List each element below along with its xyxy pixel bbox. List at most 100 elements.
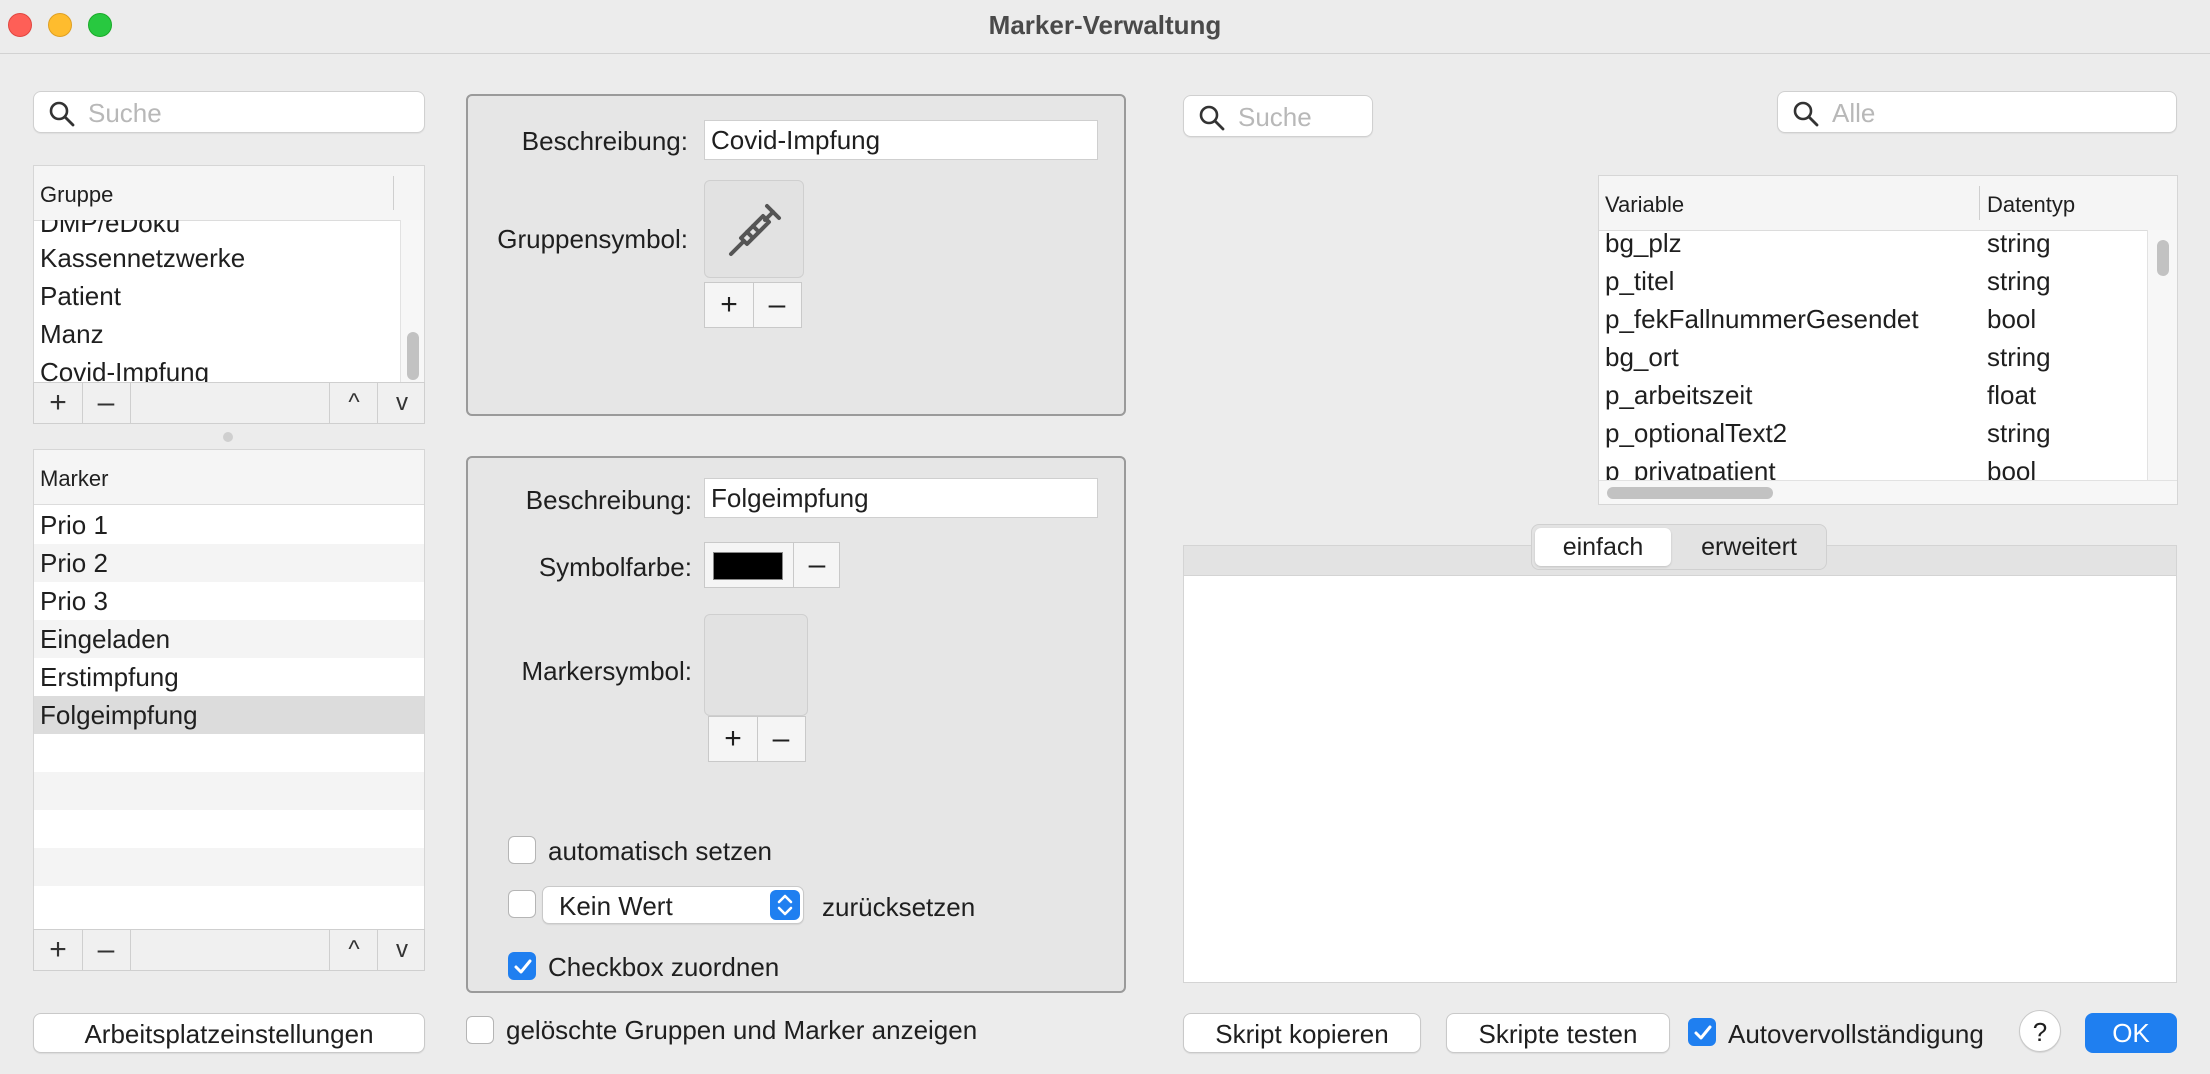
reset-checkbox[interactable] <box>508 890 536 918</box>
help-button[interactable]: ? <box>2019 1010 2061 1052</box>
move-group-down-button[interactable]: v <box>377 383 426 423</box>
add-group-button[interactable]: + <box>34 383 83 423</box>
empty-row <box>34 772 424 810</box>
list-item[interactable]: Patient <box>34 277 400 315</box>
variable-table-header: Variable Datentyp <box>1599 176 2177 231</box>
auto-set-checkbox[interactable] <box>508 836 536 864</box>
window-title: Marker-Verwaltung <box>988 10 1222 40</box>
empty-row <box>34 848 424 886</box>
group-table[interactable]: Gruppe DMP/eDoku Kassennetzwerke Patient… <box>33 165 425 383</box>
move-marker-down-button[interactable]: v <box>377 930 426 970</box>
marker-description-field[interactable]: Folgeimpfung <box>704 478 1098 518</box>
remove-group-symbol-button[interactable]: – <box>753 283 801 327</box>
syringe-icon <box>729 204 781 256</box>
marker-detail-panel: Beschreibung: Folgeimpfung Symbolfarbe: … <box>466 456 1126 993</box>
filter-all-input[interactable]: Alle <box>1777 91 2177 133</box>
list-item[interactable]: Covid-Impfung <box>34 353 400 382</box>
copy-script-button[interactable]: Skript kopieren <box>1183 1013 1421 1053</box>
group-scrollbar[interactable] <box>400 220 424 382</box>
table-row[interactable]: bg_plz string <box>1599 230 2147 262</box>
variable-search-input[interactable]: Suche <box>1183 95 1373 137</box>
remove-marker-symbol-button[interactable]: – <box>757 717 805 761</box>
table-row[interactable]: bg_ort string <box>1599 338 2147 376</box>
reset-value-select[interactable]: Kein Wert <box>542 886 804 924</box>
group-symbol-well[interactable] <box>704 180 804 278</box>
search-icon <box>1199 105 1225 131</box>
table-row[interactable]: p_optionalText2 string <box>1599 414 2147 452</box>
marker-column-header[interactable]: Marker <box>40 466 108 492</box>
chevron-updown-icon <box>770 890 800 920</box>
add-group-symbol-button[interactable]: + <box>705 283 754 327</box>
group-description-field[interactable]: Covid-Impfung <box>704 120 1098 160</box>
add-marker-button[interactable]: + <box>34 930 83 970</box>
table-row[interactable]: Prio 3 <box>34 582 424 620</box>
show-deleted-label: gelöschte Gruppen und Marker anzeigen <box>506 1015 978 1045</box>
marker-symbol-buttons: + – <box>708 716 806 762</box>
group-table-header: Gruppe <box>34 166 424 221</box>
search-placeholder: Suche <box>88 98 162 128</box>
list-item[interactable]: Kassennetzwerke <box>34 239 400 277</box>
auto-set-label: automatisch setzen <box>548 836 773 866</box>
variable-vertical-scrollbar[interactable] <box>2147 230 2177 480</box>
autocomplete-label: Autovervollständigung <box>1728 1019 1984 1049</box>
search-placeholder: Alle <box>1832 98 1876 128</box>
remove-marker-button[interactable]: – <box>82 930 131 970</box>
color-swatch[interactable] <box>713 552 783 580</box>
search-icon <box>49 101 75 127</box>
empty-row <box>34 734 424 772</box>
table-row[interactable]: p_fekFallnummerGesendet bool <box>1599 300 2147 338</box>
symbol-color-label: Symbolfarbe: <box>538 552 692 582</box>
group-symbol-label: Gruppensymbol: <box>497 224 688 254</box>
search-icon <box>1793 101 1819 127</box>
test-scripts-button[interactable]: Skripte testen <box>1446 1013 1670 1053</box>
table-row[interactable]: Eingeladen <box>34 620 424 658</box>
move-marker-up-button[interactable]: ^ <box>329 930 378 970</box>
variable-column-header[interactable]: Variable <box>1605 192 1684 218</box>
move-group-up-button[interactable]: ^ <box>329 383 378 423</box>
reset-label: zurücksetzen <box>822 892 976 922</box>
marker-table[interactable]: Marker Prio 1 Prio 2 Prio 3 Eingeladen E… <box>33 449 425 932</box>
group-detail-panel: Beschreibung: Covid-Impfung Gruppensymbo… <box>466 94 1126 416</box>
empty-row <box>34 886 424 924</box>
group-search-input[interactable]: Suche <box>33 91 425 133</box>
table-row[interactable]: p_arbeitszeit float <box>1599 376 2147 414</box>
group-button-bar: + – ^ v <box>33 382 425 424</box>
table-row[interactable]: Prio 2 <box>34 544 424 582</box>
assign-checkbox-checkbox[interactable] <box>508 952 536 980</box>
list-item[interactable]: Manz <box>34 315 400 353</box>
group-symbol-buttons: + – <box>704 282 802 328</box>
search-placeholder: Suche <box>1238 102 1312 132</box>
variable-horizontal-scrollbar[interactable] <box>1599 480 2177 504</box>
datatype-column-header[interactable]: Datentyp <box>1987 192 2075 218</box>
table-row[interactable]: p_privatpatient bool <box>1599 452 2147 480</box>
script-editor[interactable] <box>1183 545 2177 983</box>
marker-symbol-label: Markersymbol: <box>521 656 692 686</box>
marker-symbol-well[interactable] <box>704 614 808 716</box>
variable-table[interactable]: Variable Datentyp bg_plz string p_titel st… <box>1598 175 2178 505</box>
remove-color-button[interactable]: – <box>794 543 840 587</box>
editor-mode-tabs: einfach erweitert <box>1531 524 1827 570</box>
marker-button-bar: + – ^ v <box>33 929 425 971</box>
split-handle[interactable] <box>223 432 233 442</box>
variable-list: bg_plz string p_titel string p_fekFallnumm… <box>1599 230 2147 480</box>
marker-description-label: Beschreibung: <box>525 485 692 515</box>
workplace-settings-button[interactable]: Arbeitsplatzeinstellungen <box>33 1013 425 1053</box>
autocomplete-checkbox[interactable] <box>1688 1018 1716 1046</box>
group-description-label: Beschreibung: <box>521 126 688 156</box>
group-column-header[interactable]: Gruppe <box>40 182 113 208</box>
remove-group-button[interactable]: – <box>82 383 131 423</box>
group-list: DMP/eDoku Kassennetzwerke Patient Manz C… <box>34 220 400 382</box>
show-deleted-checkbox[interactable] <box>466 1016 494 1044</box>
tab-simple[interactable]: einfach <box>1535 528 1671 566</box>
title-bar: Marker-Verwaltung <box>0 0 2210 54</box>
add-marker-symbol-button[interactable]: + <box>709 717 758 761</box>
reset-value-text: Kein Wert <box>559 891 673 921</box>
table-row[interactable]: Erstimpfung <box>34 658 424 696</box>
tab-advanced[interactable]: erweitert <box>1676 528 1822 566</box>
empty-row <box>34 810 424 848</box>
table-row[interactable]: p_titel string <box>1599 262 2147 300</box>
marker-table-header: Marker <box>34 450 424 505</box>
table-row[interactable]: Prio 1 <box>34 506 424 544</box>
table-row-selected[interactable]: Folgeimpfung <box>34 696 424 734</box>
ok-button[interactable]: OK <box>2085 1013 2177 1053</box>
